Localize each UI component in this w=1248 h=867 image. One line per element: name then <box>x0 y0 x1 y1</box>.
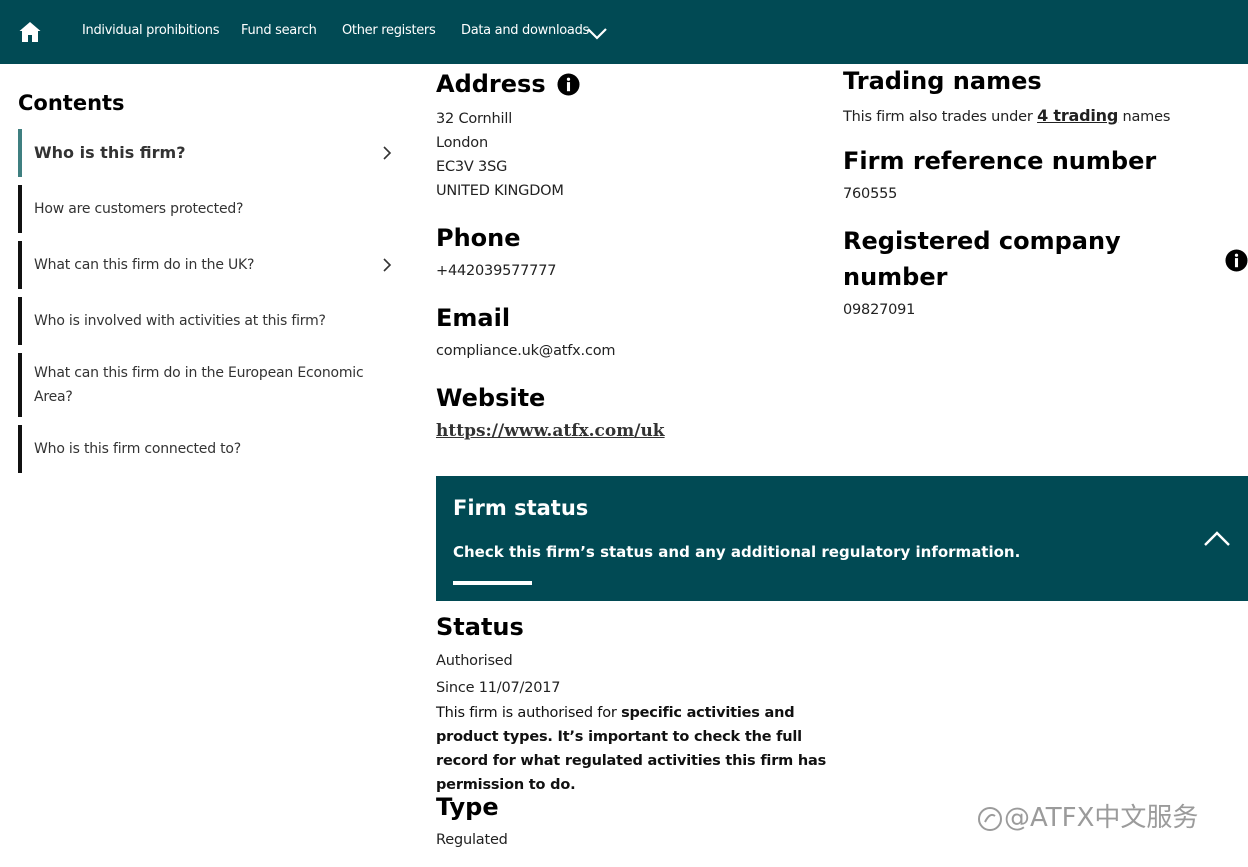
watermark: @ATFX中文服务 <box>976 797 1198 834</box>
toc-item-who-is-involved[interactable]: Who is involved with activities at this … <box>18 297 400 345</box>
company-number-heading-line2: number <box>843 263 948 291</box>
top-nav: Individual prohibitions Fund search Othe… <box>0 0 1248 64</box>
chevron-up-icon[interactable] <box>1203 528 1231 548</box>
toc-item-label: Who is involved with activities at this … <box>34 313 326 329</box>
info-icon[interactable] <box>1225 249 1248 272</box>
contents-title: Contents <box>18 91 125 115</box>
nav-other-registers[interactable]: Other registers <box>342 23 436 38</box>
status-heading: Status <box>436 613 524 641</box>
phone-heading: Phone <box>436 224 521 252</box>
toc-item-label: What can this firm do in the European Ec… <box>34 365 364 405</box>
phone-value: +442039577777 <box>436 263 557 279</box>
toc-item-label: What can this firm do in the UK? <box>34 257 255 273</box>
frn-value: 760555 <box>843 186 898 202</box>
address-line: UNITED KINGDOM <box>436 183 564 199</box>
watermark-text: @ATFX中文服务 <box>1004 803 1199 833</box>
firm-status-underline <box>453 581 532 585</box>
status-paragraph-plain: This firm is authorised for <box>436 705 622 721</box>
trading-names-heading: Trading names <box>843 67 1042 95</box>
type-heading: Type <box>436 793 499 821</box>
website-heading: Website <box>436 384 546 412</box>
firm-status-title: Firm status <box>453 496 589 520</box>
company-number-value: 09827091 <box>843 302 916 318</box>
firm-status-subtitle: Check this firm’s status and any additio… <box>453 543 1021 561</box>
trading-names-suffix: names <box>1118 109 1171 125</box>
chevron-right-icon <box>383 258 392 272</box>
nav-individual-prohibitions[interactable]: Individual prohibitions <box>82 23 220 38</box>
email-heading: Email <box>436 304 511 332</box>
toc-item-eea[interactable]: What can this firm do in the European Ec… <box>18 353 400 417</box>
toc-item-connected-to[interactable]: Who is this firm connected to? <box>18 425 400 473</box>
info-icon[interactable] <box>557 73 580 96</box>
chevron-down-icon[interactable] <box>586 25 608 41</box>
status-since: Since 11/07/2017 <box>436 680 561 696</box>
toc-item-what-can-firm-do-uk[interactable]: What can this firm do in the UK? <box>18 241 400 289</box>
wechat-logo-icon <box>978 806 1002 831</box>
nav-data-and-downloads[interactable]: Data and downloads <box>461 23 589 38</box>
trading-names-text: This firm also trades under 4 trading na… <box>843 106 1170 125</box>
email-value: compliance.uk@atfx.com <box>436 343 616 359</box>
website-link[interactable]: https://www.atfx.com/uk <box>436 421 665 441</box>
address-line: London <box>436 135 488 151</box>
firm-status-panel[interactable]: Firm status Check this firm’s status and… <box>436 476 1248 601</box>
toc-item-label: Who is this firm? <box>34 143 186 162</box>
type-value: Regulated <box>436 832 508 848</box>
trading-names-link[interactable]: 4 trading <box>1037 106 1118 125</box>
toc-item-customer-protection[interactable]: How are customers protected? <box>18 185 400 233</box>
nav-fund-search[interactable]: Fund search <box>241 23 317 38</box>
address-line: 32 Cornhill <box>436 111 513 127</box>
address-line: EC3V 3SG <box>436 159 508 175</box>
address-heading: Address <box>436 70 546 98</box>
status-value: Authorised <box>436 653 513 669</box>
company-number-heading: Registered company <box>843 227 1121 255</box>
toc-item-label: Who is this firm connected to? <box>34 441 242 457</box>
frn-heading: Firm reference number <box>843 147 1157 175</box>
chevron-right-icon <box>383 146 392 160</box>
trading-names-prefix: This firm also trades under <box>843 109 1038 125</box>
toc-item-who-is-this-firm[interactable]: Who is this firm? <box>18 129 400 177</box>
status-paragraph: This firm is authorised for specific act… <box>436 701 836 797</box>
toc-item-label: How are customers protected? <box>34 201 244 217</box>
home-icon[interactable] <box>18 20 42 44</box>
